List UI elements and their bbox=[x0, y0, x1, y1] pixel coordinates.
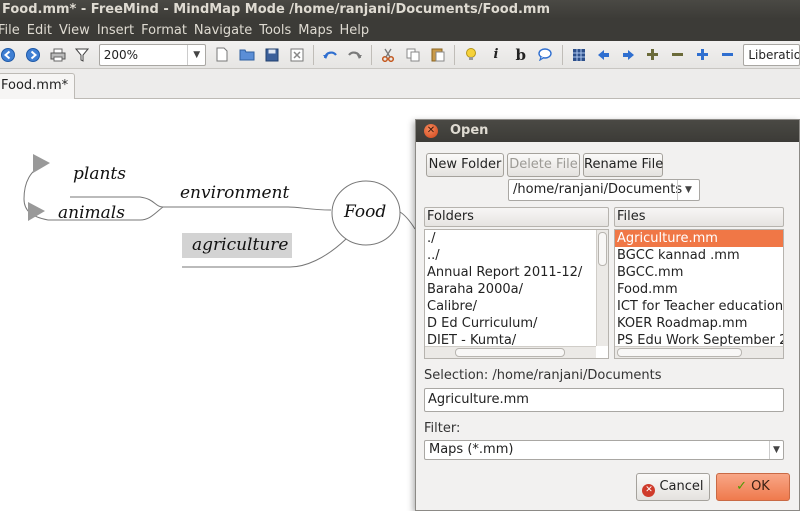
delete-file-button[interactable]: Delete File bbox=[507, 153, 580, 177]
menu-insert[interactable]: Insert bbox=[96, 23, 139, 38]
filter-select[interactable]: Maps (*.mm) ▼ bbox=[424, 440, 784, 460]
print-icon[interactable] bbox=[47, 44, 68, 66]
forward-icon[interactable] bbox=[23, 44, 44, 66]
redo-icon[interactable] bbox=[344, 44, 365, 66]
scroll-thumb[interactable] bbox=[598, 232, 607, 266]
open-folder-icon[interactable] bbox=[237, 44, 258, 66]
list-item[interactable]: BGCC kannad .mm bbox=[615, 247, 783, 264]
map-tabs: Food.mm* bbox=[0, 69, 800, 99]
lightbulb-icon[interactable] bbox=[461, 44, 482, 66]
filter-label: Filter: bbox=[424, 421, 461, 436]
new-map-icon[interactable] bbox=[212, 44, 233, 66]
italic-icon[interactable]: i bbox=[486, 44, 507, 66]
node-plants[interactable]: plants bbox=[73, 164, 126, 184]
grid-icon[interactable] bbox=[569, 44, 590, 66]
folders-vertical-scrollbar[interactable] bbox=[596, 230, 608, 346]
folders-header[interactable]: Folders bbox=[424, 207, 609, 227]
cancel-icon: ✕ bbox=[642, 484, 656, 497]
node-environment[interactable]: environment bbox=[180, 183, 289, 203]
node-animals[interactable]: animals bbox=[58, 203, 125, 223]
list-item[interactable]: KOER Roadmap.mm bbox=[615, 315, 783, 332]
window-title: Food.mm* - FreeMind - MindMap Mode /home… bbox=[0, 0, 800, 19]
cut-icon[interactable] bbox=[378, 44, 399, 66]
new-folder-button[interactable]: New Folder bbox=[426, 153, 504, 177]
back-icon[interactable] bbox=[0, 44, 19, 66]
filter-icon[interactable] bbox=[72, 44, 93, 66]
zoom-select[interactable]: 200% ▼ bbox=[98, 43, 207, 66]
node-agriculture[interactable]: agriculture bbox=[182, 233, 293, 258]
folders-horizontal-scrollbar[interactable] bbox=[425, 346, 596, 358]
list-item[interactable]: ../ bbox=[425, 247, 608, 264]
font-select[interactable]: Liberation bbox=[743, 43, 800, 66]
speech-bubble-icon[interactable] bbox=[535, 44, 556, 66]
toolbar-divider bbox=[561, 44, 563, 65]
zoom-out-icon[interactable] bbox=[717, 44, 738, 66]
zoom-in-icon[interactable] bbox=[692, 44, 713, 66]
list-item[interactable]: ./ bbox=[425, 230, 608, 247]
scroll-thumb[interactable] bbox=[455, 348, 565, 357]
path-value: /home/ranjani/Documents bbox=[513, 182, 683, 197]
list-item[interactable]: D Ed Curriculum/ bbox=[425, 315, 608, 332]
menu-maps[interactable]: Maps bbox=[297, 23, 337, 38]
folders-list[interactable]: ./ ../ Annual Report 2011-12/ Baraha 200… bbox=[424, 229, 609, 359]
menu-edit[interactable]: Edit bbox=[26, 23, 57, 38]
plus-icon[interactable] bbox=[643, 44, 664, 66]
cancel-button[interactable]: ✕ Cancel bbox=[636, 473, 710, 501]
close-map-icon[interactable] bbox=[286, 44, 307, 66]
chevron-down-icon: ▼ bbox=[677, 180, 699, 200]
files-horizontal-scrollbar[interactable] bbox=[615, 346, 783, 358]
arrow-left-icon[interactable] bbox=[593, 44, 614, 66]
node-food[interactable]: Food bbox=[344, 202, 386, 222]
toolbar-divider bbox=[454, 44, 456, 65]
check-icon: ✓ bbox=[736, 479, 748, 494]
rename-file-button[interactable]: Rename File bbox=[583, 153, 663, 177]
list-item[interactable]: Food.mm bbox=[615, 281, 783, 298]
menu-navigate[interactable]: Navigate bbox=[193, 23, 257, 38]
toolbar-divider bbox=[312, 44, 314, 65]
list-item-selected[interactable]: Agriculture.mm bbox=[615, 230, 783, 247]
list-item[interactable]: Baraha 2000a/ bbox=[425, 281, 608, 298]
list-item[interactable]: Annual Report 2011-12/ bbox=[425, 264, 608, 281]
bold-icon[interactable]: b bbox=[510, 44, 531, 66]
path-select[interactable]: /home/ranjani/Documents ▼ bbox=[508, 179, 700, 201]
dialog-title: Open bbox=[450, 123, 489, 138]
arrow-right-icon[interactable] bbox=[618, 44, 639, 66]
menu-bar: File Edit View Insert Format Navigate To… bbox=[0, 19, 800, 41]
filter-value: Maps (*.mm) bbox=[429, 442, 514, 457]
selection-label: Selection: /home/ranjani/Documents bbox=[424, 368, 662, 383]
menu-help[interactable]: Help bbox=[338, 23, 374, 38]
undo-icon[interactable] bbox=[320, 44, 341, 66]
dialog-title-bar: ✕ Open bbox=[416, 120, 799, 142]
save-icon[interactable] bbox=[262, 44, 283, 66]
list-item[interactable]: BGCC.mm bbox=[615, 264, 783, 281]
scroll-thumb[interactable] bbox=[617, 348, 742, 357]
list-item[interactable]: Calibre/ bbox=[425, 298, 608, 315]
files-header[interactable]: Files bbox=[614, 207, 784, 227]
tab-food-map[interactable]: Food.mm* bbox=[0, 73, 76, 99]
menu-view[interactable]: View bbox=[58, 23, 95, 38]
list-item[interactable]: ICT for Teacher education bbox=[615, 298, 783, 315]
ok-label: OK bbox=[751, 479, 770, 494]
chevron-down-icon: ▼ bbox=[769, 441, 783, 459]
minus-icon[interactable] bbox=[667, 44, 688, 66]
chevron-down-icon: ▼ bbox=[187, 44, 205, 65]
close-icon[interactable]: ✕ bbox=[424, 124, 438, 138]
menu-format[interactable]: Format bbox=[140, 23, 192, 38]
menu-file[interactable]: File bbox=[0, 23, 25, 38]
selection-input[interactable]: Agriculture.mm bbox=[424, 388, 784, 412]
paste-icon[interactable] bbox=[427, 44, 448, 66]
menu-tools[interactable]: Tools bbox=[258, 23, 296, 38]
toolbar-divider bbox=[371, 44, 373, 65]
zoom-value: 200% bbox=[103, 47, 138, 62]
files-list[interactable]: Agriculture.mm BGCC kannad .mm BGCC.mm F… bbox=[614, 229, 784, 359]
open-dialog: ✕ Open New Folder Delete File Rename Fil… bbox=[415, 119, 800, 511]
ok-button[interactable]: ✓ OK bbox=[716, 473, 790, 501]
cancel-label: Cancel bbox=[659, 479, 704, 494]
copy-icon[interactable] bbox=[403, 44, 424, 66]
toolbar: 200% ▼ i b Liberati bbox=[0, 41, 800, 69]
